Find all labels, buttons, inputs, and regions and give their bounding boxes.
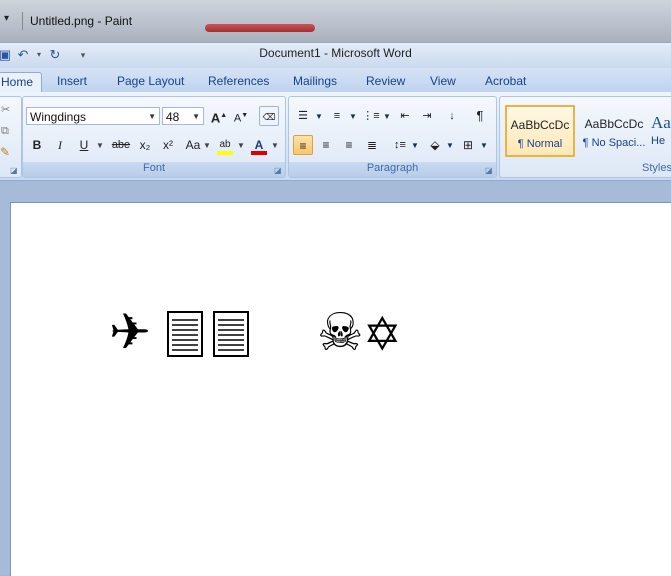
style-name: ¶ No Spaci... — [582, 137, 646, 149]
tab-mailings[interactable]: Mailings — [293, 72, 337, 92]
tab-review[interactable]: Review — [366, 72, 405, 92]
increase-indent-icon[interactable]: ⇥ — [417, 106, 437, 126]
strikethrough-button[interactable]: abe — [109, 135, 133, 155]
justify-icon[interactable]: ≣ — [362, 135, 382, 155]
superscript-button[interactable]: x² — [158, 135, 178, 155]
word-title-bar: ▣ ↶ ▾ ↻ ▾ Document1 - Microsoft Word — [0, 42, 671, 69]
underline-dropdown-icon[interactable]: ▼ — [96, 141, 104, 150]
document-icon — [167, 311, 203, 357]
font-color-icon: A — [254, 138, 264, 152]
tab-insert[interactable]: Insert — [57, 72, 87, 92]
font-color-swatch — [251, 151, 267, 155]
change-case-dropdown-icon[interactable]: ▼ — [203, 141, 211, 150]
align-left-icon[interactable]: ≡ — [293, 135, 313, 155]
style-sample: AaBbCcDc — [584, 117, 644, 131]
shading-icon[interactable]: ⬙ — [425, 135, 445, 155]
bold-button[interactable]: B — [27, 135, 47, 155]
underline-button[interactable]: U — [74, 135, 94, 155]
highlight-dropdown-icon[interactable]: ▼ — [237, 141, 245, 150]
font-launcher-icon[interactable]: ◪ — [274, 167, 282, 175]
ribbon-home: ✂ ⧉ ✎ ◪ Wingdings ▼ 48 ▼ A▲ A▼ ⌫ B I U ▼… — [0, 92, 671, 181]
font-name-combo[interactable]: Wingdings ▼ — [26, 107, 160, 125]
paint-quick-access-dropdown[interactable]: ▾ — [4, 13, 16, 27]
font-color-button[interactable]: A — [249, 135, 269, 155]
highlight-color-swatch — [217, 151, 233, 155]
line-spacing-dropdown-icon[interactable]: ▼ — [411, 141, 419, 150]
tab-view[interactable]: View — [430, 72, 456, 92]
paint-title-bar: ▾ Untitled.png - Paint — [0, 0, 671, 42]
clipboard-launcher-icon[interactable]: ◪ — [10, 167, 18, 175]
multilevel-list-icon[interactable]: ⋮≡ — [361, 106, 381, 126]
italic-button[interactable]: I — [50, 135, 70, 155]
format-painter-icon[interactable]: ✎ — [0, 145, 10, 159]
grow-font-label: A — [210, 110, 221, 126]
line-spacing-icon[interactable]: ↕≡ — [390, 135, 410, 155]
style-no-spacing[interactable]: AaBbCcDc ¶ No Spaci... — [578, 105, 650, 159]
font-group: Wingdings ▼ 48 ▼ A▲ A▼ ⌫ B I U ▼ abe x₂ … — [22, 96, 286, 178]
tab-references[interactable]: References — [208, 72, 269, 92]
show-formatting-icon[interactable]: ¶ — [470, 106, 490, 126]
style-name: ¶ Normal — [517, 138, 563, 150]
align-center-icon[interactable]: ≡ — [316, 135, 336, 155]
shrink-font-button[interactable]: A▼ — [231, 106, 251, 126]
paint-close-highlight[interactable] — [205, 24, 315, 32]
style-sample: AaBbCcDc — [510, 118, 570, 132]
ribbon-tabs: Home Insert Page Layout References Maili… — [0, 68, 671, 93]
word-window-title: Document1 - Microsoft Word — [259, 46, 412, 60]
styles-group: AaBbCcDc ¶ Normal AaBbCcDc ¶ No Spaci...… — [499, 96, 671, 178]
clear-formatting-button[interactable]: ⌫ — [259, 106, 279, 126]
change-case-button[interactable]: Aa — [181, 135, 205, 155]
numbering-dropdown-icon[interactable]: ▼ — [349, 112, 357, 121]
borders-dropdown-icon[interactable]: ▼ — [480, 141, 488, 150]
borders-icon[interactable]: ⊞ — [458, 135, 478, 155]
chevron-down-icon[interactable]: ▼ — [192, 108, 200, 126]
bullets-icon[interactable]: ☰ — [293, 106, 313, 126]
tab-acrobat[interactable]: Acrobat — [485, 72, 526, 92]
font-size-combo[interactable]: 48 ▼ — [162, 107, 204, 125]
font-color-dropdown-icon[interactable]: ▼ — [271, 141, 279, 150]
font-size-value: 48 — [166, 110, 180, 124]
style-name: He — [651, 135, 666, 147]
tab-page-layout[interactable]: Page Layout — [117, 72, 184, 92]
skull-crossbones-icon: ☠ — [317, 303, 364, 363]
bullets-dropdown-icon[interactable]: ▼ — [315, 112, 323, 121]
copy-icon[interactable]: ⧉ — [1, 125, 9, 138]
grow-font-button[interactable]: A▲ — [209, 106, 229, 126]
style-normal[interactable]: AaBbCcDc ¶ Normal — [505, 105, 575, 157]
paragraph-group-label: Paragraph — [289, 162, 496, 177]
airplane-icon: ✈ — [109, 303, 151, 361]
paint-separator — [22, 12, 23, 30]
subscript-button[interactable]: x₂ — [135, 135, 155, 155]
clipboard-group: ✂ ⧉ ✎ ◪ — [0, 96, 22, 178]
sort-icon[interactable]: ↓ — [442, 106, 462, 126]
align-right-icon[interactable]: ≡ — [339, 135, 359, 155]
tab-home[interactable]: Home — [0, 72, 43, 93]
font-name-value: Wingdings — [30, 110, 87, 124]
paint-window-title: Untitled.png - Paint — [30, 14, 133, 28]
chevron-down-icon[interactable]: ▼ — [148, 108, 156, 126]
styles-group-label: Styles — [642, 162, 671, 174]
document-icon — [213, 311, 249, 357]
paragraph-group: ☰ ▼ ≡ ▼ ⋮≡ ▼ ⇤ ⇥ ↓ ¶ ≡ ≡ ≡ ≣ ↕≡ ▼ ⬙ ▼ ⊞ … — [288, 96, 497, 178]
decrease-indent-icon[interactable]: ⇤ — [395, 106, 415, 126]
star-of-david-icon: ✡ — [363, 307, 402, 361]
cut-icon[interactable]: ✂ — [1, 103, 10, 116]
paragraph-launcher-icon[interactable]: ◪ — [485, 167, 493, 175]
shading-dropdown-icon[interactable]: ▼ — [446, 141, 454, 150]
highlight-button[interactable]: ab — [215, 135, 235, 155]
style-heading[interactable]: Aa He — [650, 105, 671, 159]
style-sample: Aa — [651, 113, 671, 132]
document-page[interactable]: ✈ ☠ ✡ — [10, 202, 671, 576]
highlighter-icon: ab — [219, 139, 231, 150]
multilevel-dropdown-icon[interactable]: ▼ — [383, 112, 391, 121]
font-group-label: Font — [23, 162, 285, 177]
numbering-icon[interactable]: ≡ — [327, 106, 347, 126]
